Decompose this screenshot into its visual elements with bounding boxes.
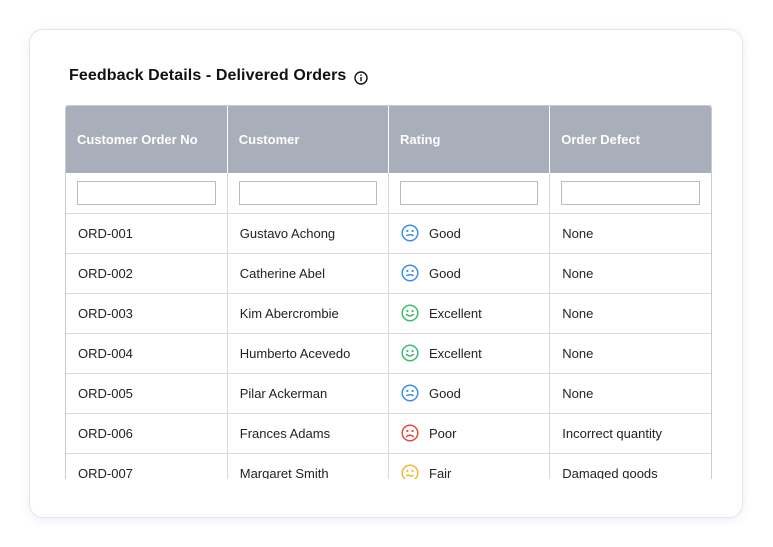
order-no-cell: ORD-001 <box>66 213 228 254</box>
smile-face-icon <box>401 304 419 322</box>
filter-cell-rating <box>388 173 551 214</box>
filter-cell-order-defect <box>549 173 711 214</box>
rating-label: Excellent <box>429 305 482 321</box>
rating-label: Fair <box>429 465 452 480</box>
customer-cell: Margaret Smith <box>227 453 390 479</box>
order-no-cell: ORD-006 <box>66 413 228 454</box>
column-header-order-no[interactable]: Customer Order No <box>66 106 228 173</box>
order-no-cell: ORD-005 <box>66 373 228 414</box>
rating: Good <box>401 384 549 402</box>
customer-cell: Catherine Abel <box>227 253 390 294</box>
customer-cell: Pilar Ackerman <box>227 373 390 414</box>
column-header-customer[interactable]: Customer <box>227 106 390 173</box>
order-no-cell: ORD-007 <box>66 453 228 479</box>
order-defect-cell: None <box>549 373 711 414</box>
customer-cell: Kim Abercrombie <box>227 293 390 334</box>
table-row[interactable]: ORD-005 Pilar Ackerman Good None <box>66 373 711 414</box>
order-no-cell: ORD-002 <box>66 253 228 294</box>
order-no-cell: ORD-003 <box>66 293 228 334</box>
customer-cell: Gustavo Achong <box>227 213 390 254</box>
rating-label: Poor <box>429 425 457 441</box>
table-row[interactable]: ORD-006 Frances Adams Poor Incorrect quanti… <box>66 413 711 454</box>
rating-label: Good <box>429 225 461 241</box>
order-defect-cell: None <box>549 333 711 374</box>
table-row[interactable]: ORD-007 Margaret Smith Fair Damaged goods <box>66 453 711 479</box>
rating-label: Good <box>429 385 461 401</box>
table-row[interactable]: ORD-003 Kim Abercrombie Excellent None <box>66 293 711 334</box>
rating: Fair <box>401 464 549 479</box>
filter-cell-customer <box>227 173 390 214</box>
neutral-face-icon <box>401 224 419 242</box>
order-defect-cell: None <box>549 253 711 294</box>
title-row: Feedback Details - Delivered Orders <box>69 65 369 87</box>
column-header-rating[interactable]: Rating <box>388 106 551 173</box>
rating-cell: Good <box>388 213 551 254</box>
feedback-grid: Customer Order No Customer Rating Order … <box>65 105 712 479</box>
order-no-cell: ORD-004 <box>66 333 228 374</box>
order-defect-cell: Incorrect quantity <box>549 413 711 454</box>
neutral-face-icon <box>401 384 419 402</box>
smile-face-icon <box>401 344 419 362</box>
rating: Poor <box>401 424 549 442</box>
rating: Good <box>401 264 549 282</box>
customer-cell: Humberto Acevedo <box>227 333 390 374</box>
rating: Excellent <box>401 344 549 362</box>
filter-input-order-defect[interactable] <box>561 180 700 205</box>
column-header-order-defect[interactable]: Order Defect <box>549 106 711 173</box>
table-row[interactable]: ORD-001 Gustavo Achong Good None <box>66 213 711 254</box>
filter-row <box>66 173 711 214</box>
rating-label: Good <box>429 265 461 281</box>
fair-face-icon <box>401 464 419 479</box>
sad-face-icon <box>401 424 419 442</box>
rating-cell: Excellent <box>388 293 551 334</box>
filter-input-customer[interactable] <box>238 180 377 205</box>
filter-input-order-no[interactable] <box>77 180 216 205</box>
feedback-card: Feedback Details - Delivered Orders Cust… <box>29 29 743 518</box>
rating: Good <box>401 224 549 242</box>
order-defect-cell: None <box>549 213 711 254</box>
filter-input-rating[interactable] <box>400 180 539 205</box>
order-defect-cell: None <box>549 293 711 334</box>
rating-cell: Excellent <box>388 333 551 374</box>
header-row: Customer Order No Customer Rating Order … <box>66 106 711 173</box>
rating: Excellent <box>401 304 549 322</box>
rating-cell: Good <box>388 373 551 414</box>
rating-cell: Fair <box>388 453 551 479</box>
rating-cell: Good <box>388 253 551 294</box>
neutral-face-icon <box>401 264 419 282</box>
feedback-table: Customer Order No Customer Rating Order … <box>66 106 711 479</box>
table-row[interactable]: ORD-004 Humberto Acevedo Excellent None <box>66 333 711 374</box>
table-row[interactable]: ORD-002 Catherine Abel Good None <box>66 253 711 294</box>
filter-cell-order-no <box>66 173 228 214</box>
customer-cell: Frances Adams <box>227 413 390 454</box>
info-icon[interactable] <box>354 70 369 85</box>
rating-cell: Poor <box>388 413 551 454</box>
rating-label: Excellent <box>429 345 482 361</box>
order-defect-cell: Damaged goods <box>549 453 711 479</box>
page-title: Feedback Details - Delivered Orders <box>69 67 347 84</box>
